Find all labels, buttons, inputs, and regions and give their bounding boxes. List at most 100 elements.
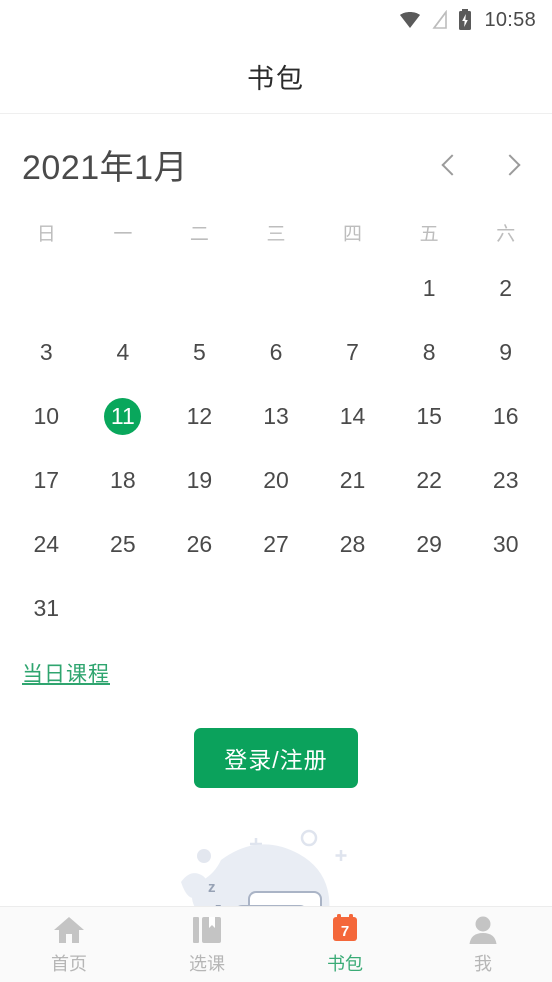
calendar-day[interactable]: 1 [391,256,468,320]
calendar-month-header: 2021年1月 [0,114,552,197]
nav-label-me: 我 [474,954,492,974]
calendar-day-number: 17 [33,466,60,493]
calendar-day-number [257,590,294,627]
calendar-day-number: 6 [269,338,283,365]
calendar-day-number [181,270,218,307]
calendar-day[interactable]: 3 [8,320,85,384]
calendar-day-empty [314,576,391,640]
calendar-day-number: 2 [499,274,513,301]
calendar-day[interactable]: 31 [8,576,85,640]
calendar-weekday: 六 [496,224,516,245]
calendar-day-number: 11 [104,397,142,435]
calendar-day-number: 5 [193,338,206,365]
calendar-day[interactable]: 13 [238,384,315,448]
calendar-day[interactable]: 15 [391,384,468,448]
page-title: 书包 [247,64,305,94]
calendar-icon-badge: 7 [341,923,349,940]
calendar-day-selected[interactable]: 11 [85,384,162,448]
calendar-day[interactable]: 14 [314,384,391,448]
calendar-day-empty [85,576,162,640]
calendar-day[interactable]: 5 [161,320,238,384]
calendar-day[interactable]: 9 [467,320,544,384]
book-bookmark-icon [192,913,222,945]
calendar-icon: 7 [329,913,361,945]
calendar-day-number: 3 [39,338,53,365]
calendar-day[interactable]: 24 [8,512,85,576]
calendar-day[interactable]: 19 [161,448,238,512]
calendar-weekday: 四 [343,224,363,245]
calendar-day-number: 21 [339,466,366,493]
nav-item-home[interactable]: 首页 [0,913,138,976]
calendar-day[interactable]: 22 [391,448,468,512]
nav-item-schoolbag[interactable]: 7 书包 [276,913,414,976]
calendar-day[interactable]: 25 [85,512,162,576]
calendar-week-row: 12 [8,256,544,320]
calendar-day[interactable]: 7 [314,320,391,384]
calendar-day[interactable]: 26 [161,512,238,576]
calendar-day-number: 30 [492,530,519,557]
calendar-day[interactable]: 2 [467,256,544,320]
calendar-day[interactable]: 18 [85,448,162,512]
calendar-day-number: 25 [110,530,136,557]
calendar-day-empty [8,256,85,320]
nav-label-home: 首页 [51,954,87,974]
calendar-day[interactable]: 28 [314,512,391,576]
calendar-week-row: 31 [8,576,544,640]
nav-label-select-course: 选课 [189,954,225,974]
calendar-day[interactable]: 6 [238,320,315,384]
calendar-weekday: 三 [266,224,286,245]
calendar-day[interactable]: 10 [8,384,85,448]
calendar-day-number: 10 [33,402,60,429]
calendar-day-number: 23 [492,466,519,493]
calendar-day-number: 12 [186,402,213,429]
calendar-day-number: 31 [33,594,60,621]
calendar-weekday-row: 日一二三四五六 [8,211,544,256]
calendar-day[interactable]: 8 [391,320,468,384]
calendar-day-number [334,270,371,307]
today-courses-link[interactable]: 当日课程 [22,658,110,688]
calendar-weekday: 二 [189,224,209,245]
login-register-button[interactable]: 登录/注册 [194,728,358,788]
calendar-day[interactable]: 23 [467,448,544,512]
calendar-day-number: 4 [116,338,130,365]
calendar-day-number: 20 [263,466,289,493]
calendar-day-number [411,590,448,627]
calendar-day[interactable]: 29 [391,512,468,576]
status-bar-clock: 10:58 [484,8,536,31]
calendar-day-number: 19 [186,466,213,493]
calendar-day[interactable]: 4 [85,320,162,384]
svg-text:z: z [208,879,216,896]
calendar-day-number: 26 [186,530,213,557]
calendar-day-number [257,270,294,307]
calendar-day-number [28,270,65,307]
nav-label-schoolbag: 书包 [327,954,363,974]
calendar-day[interactable]: 16 [467,384,544,448]
login-button-row: 登录/注册 [0,728,552,788]
chevron-right-icon[interactable] [500,152,526,178]
calendar-day-empty [238,256,315,320]
calendar-day[interactable]: 12 [161,384,238,448]
battery-charging-icon [458,9,472,31]
calendar-day-empty [161,576,238,640]
calendar-day-number: 22 [416,466,442,493]
calendar-day-number [487,590,524,627]
nav-item-me[interactable]: 我 [414,913,552,976]
nav-item-select-course[interactable]: 选课 [138,913,276,976]
calendar-weeks: 1 2 3 4 5 6 7 8 9 10 11 12 13 14 15 16 17 18 19 20 21 22 23 24 2… [8,256,544,640]
calendar-day[interactable]: 30 [467,512,544,576]
calendar-day-empty [161,256,238,320]
calendar-day[interactable]: 27 [238,512,315,576]
calendar-day[interactable]: 17 [8,448,85,512]
calendar-day-number: 7 [346,338,359,365]
calendar-week-row: 17 18 19 20 21 22 23 [8,448,544,512]
calendar-day-number: 27 [263,530,289,557]
calendar-day-number: 14 [339,402,366,429]
status-bar: 10:58 [0,0,552,40]
chevron-left-icon[interactable] [436,152,462,178]
calendar-day[interactable]: 20 [238,448,315,512]
calendar-day-empty [467,576,544,640]
calendar-day-number [104,590,141,627]
calendar-weekday: 五 [419,224,439,245]
calendar-week-row: 24 25 26 27 28 29 30 [8,512,544,576]
calendar-day[interactable]: 21 [314,448,391,512]
